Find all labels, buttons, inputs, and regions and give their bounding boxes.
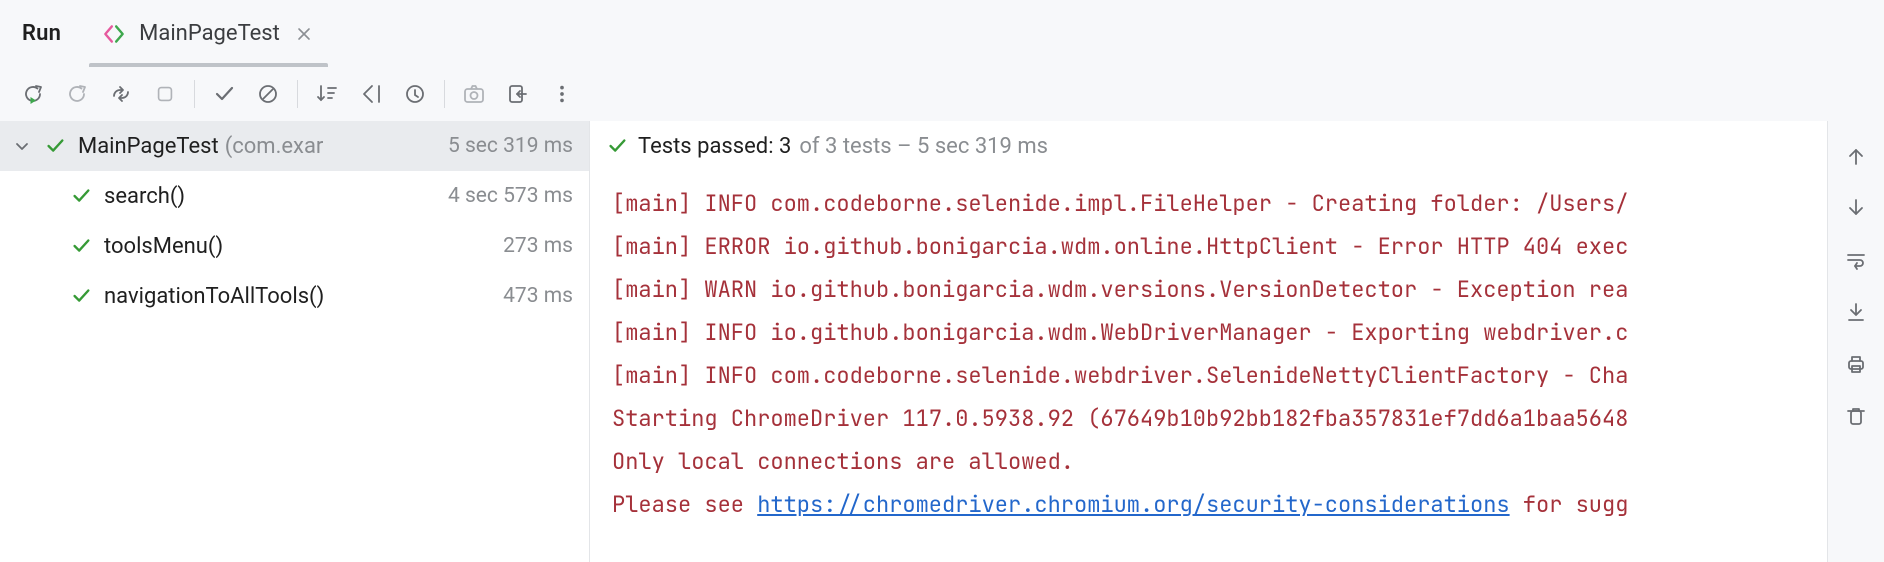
print-button[interactable] [1839, 347, 1873, 381]
scroll-to-end-button[interactable] [1839, 295, 1873, 329]
scroll-down-button[interactable] [1839, 191, 1873, 225]
run-tab[interactable]: MainPageTest [89, 0, 328, 67]
tests-passed-label: Tests passed: 3 [638, 134, 791, 159]
show-ignored-button[interactable] [247, 73, 289, 115]
clear-all-button[interactable] [1839, 399, 1873, 433]
soft-wrap-button[interactable] [1839, 243, 1873, 277]
test-name: toolsMenu() [104, 234, 223, 259]
console-output[interactable]: [main] INFO com.codeborne.selenide.impl.… [590, 172, 1827, 526]
console-line: [main] ERROR io.github.bonigarcia.wdm.on… [612, 225, 1809, 268]
test-row[interactable]: search() 4 sec 573 ms [0, 171, 589, 221]
console-line: [main] INFO com.codeborne.selenide.impl.… [612, 182, 1809, 225]
console-line: Please see https://chromedriver.chromium… [612, 483, 1809, 526]
tool-window-title: Run [22, 21, 61, 46]
console-link[interactable]: https://chromedriver.chromium.org/securi… [757, 490, 1509, 519]
console-line: Only local connections are allowed. [612, 440, 1809, 483]
test-name: navigationToAllTools() [104, 284, 324, 309]
more-button[interactable] [541, 73, 583, 115]
scroll-up-button[interactable] [1839, 139, 1873, 173]
console-line: [main] INFO io.github.bonigarcia.wdm.Web… [612, 311, 1809, 354]
run-toolbar [0, 67, 1884, 122]
show-passed-button[interactable] [203, 73, 245, 115]
rerun-button[interactable] [12, 73, 54, 115]
test-name: search() [104, 184, 185, 209]
test-history-button[interactable] [394, 73, 436, 115]
test-duration: 5 sec 319 ms [448, 134, 573, 158]
console-line: [main] WARN io.github.bonigarcia.wdm.ver… [612, 268, 1809, 311]
test-duration: 273 ms [503, 234, 573, 258]
pass-icon [68, 283, 94, 309]
test-tree[interactable]: MainPageTest(com.exar 5 sec 319 ms searc… [0, 121, 590, 562]
toolbar-separator [444, 80, 445, 108]
pass-icon [42, 133, 68, 159]
sort-button[interactable] [306, 73, 348, 115]
console-status-bar: Tests passed: 3 of 3 tests – 5 sec 319 m… [590, 121, 1827, 172]
test-config-icon [101, 21, 127, 47]
tests-total-label: of 3 tests – 5 sec 319 ms [799, 134, 1048, 159]
close-tab-button[interactable] [292, 22, 316, 46]
test-duration: 473 ms [503, 284, 573, 308]
test-row[interactable]: toolsMenu() 273 ms [0, 221, 589, 271]
rerun-failed-button[interactable] [56, 73, 98, 115]
screenshot-button[interactable] [453, 73, 495, 115]
run-tab-label: MainPageTest [139, 21, 280, 46]
console-gutter [1827, 121, 1884, 562]
console-line: Starting ChromeDriver 117.0.5938.92 (676… [612, 397, 1809, 440]
chevron-down-icon[interactable] [10, 134, 34, 158]
pass-icon [68, 233, 94, 259]
console-pane: Tests passed: 3 of 3 tests – 5 sec 319 m… [590, 121, 1827, 562]
run-header: Run MainPageTest [0, 0, 1884, 67]
import-tests-button[interactable] [497, 73, 539, 115]
stop-button[interactable] [144, 73, 186, 115]
pass-icon [604, 133, 630, 159]
test-suite-row[interactable]: MainPageTest(com.exar 5 sec 319 ms [0, 121, 589, 171]
expand-all-button[interactable] [350, 73, 392, 115]
test-suite-name: MainPageTest(com.exar [78, 134, 323, 159]
console-line: [main] INFO com.codeborne.selenide.webdr… [612, 354, 1809, 397]
toolbar-separator [297, 80, 298, 108]
test-row[interactable]: navigationToAllTools() 473 ms [0, 271, 589, 321]
toggle-auto-test-button[interactable] [100, 73, 142, 115]
test-duration: 4 sec 573 ms [448, 184, 573, 208]
run-body: MainPageTest(com.exar 5 sec 319 ms searc… [0, 121, 1884, 562]
pass-icon [68, 183, 94, 209]
toolbar-separator [194, 80, 195, 108]
